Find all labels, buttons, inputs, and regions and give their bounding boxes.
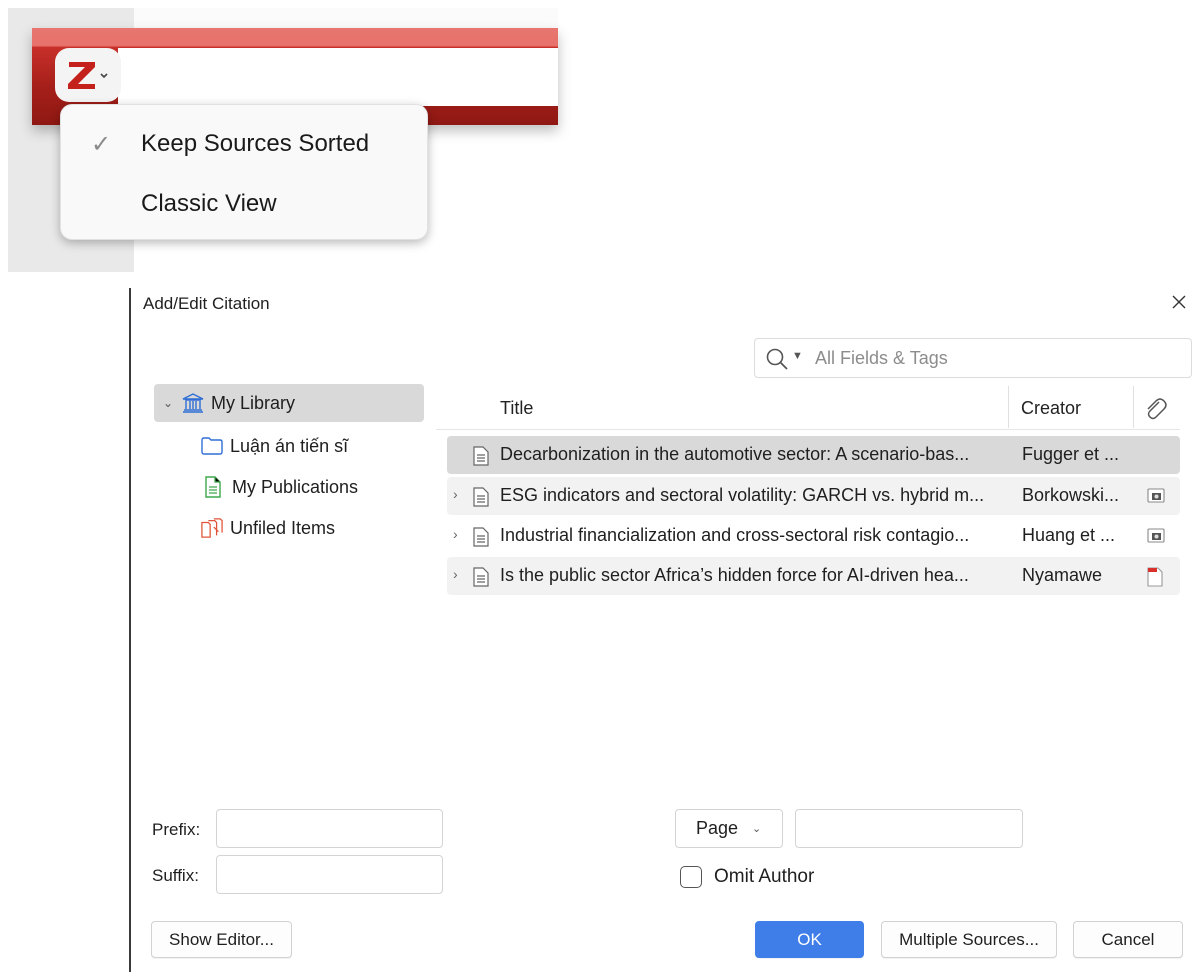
item-creator: Fugger et ... <box>1022 444 1120 464</box>
expand-chevron-icon[interactable]: › <box>453 486 458 502</box>
omit-author-label: Omit Author <box>714 866 815 887</box>
menu-item-classic-view[interactable]: Classic View <box>61 176 427 232</box>
suffix-input[interactable] <box>216 855 443 894</box>
folder-icon <box>201 436 223 456</box>
prefix-label: Prefix: <box>152 820 201 839</box>
paperclip-icon <box>1147 398 1167 420</box>
close-icon <box>1172 295 1186 309</box>
suffix-label: Suffix: <box>152 866 199 885</box>
window-edge <box>129 288 131 972</box>
checkbox-box[interactable] <box>680 866 702 888</box>
item-row[interactable]: › ESG indicators and sectoral volatility… <box>447 477 1180 515</box>
document-icon <box>473 446 489 471</box>
dialog-title: Add/Edit Citation <box>143 294 270 313</box>
menu-item-keep-sources-sorted[interactable]: ✓ Keep Sources Sorted <box>61 116 427 172</box>
search-mode-dropdown-icon[interactable]: ▼ <box>792 350 803 362</box>
collection-my-library[interactable]: ⌄ My Library <box>154 384 424 422</box>
close-button[interactable] <box>1171 290 1187 316</box>
library-icon <box>182 393 204 413</box>
pdf-attachment-icon[interactable] <box>1147 567 1163 592</box>
collection-my-publications[interactable]: My Publications <box>203 468 358 506</box>
item-row[interactable]: Decarbonization in the automotive sector… <box>447 436 1180 474</box>
expand-chevron-icon[interactable]: › <box>453 566 458 582</box>
collection-unfiled-items[interactable]: Unfiled Items <box>201 509 335 547</box>
item-creator: Huang et ... <box>1022 525 1116 545</box>
document-icon <box>473 527 489 552</box>
snapshot-attachment-icon[interactable] <box>1147 487 1165 508</box>
search-box[interactable]: ▼ <box>754 338 1192 378</box>
item-title: ESG indicators and sectoral volatility: … <box>500 485 985 505</box>
omit-author-checkbox[interactable]: Omit Author <box>680 866 814 888</box>
item-creator: Nyamawe <box>1022 565 1103 585</box>
collections-pane: ⌄ My Library Luận án tiến sĩ My Publicat… <box>154 384 424 564</box>
snapshot-attachment-icon[interactable] <box>1147 527 1165 548</box>
show-editor-button[interactable]: Show Editor... <box>151 921 292 958</box>
multiple-sources-button[interactable]: Multiple Sources... <box>881 921 1057 958</box>
column-header-attachments[interactable] <box>1142 396 1168 427</box>
cancel-button[interactable]: Cancel <box>1073 921 1183 958</box>
menu-item-label: Keep Sources Sorted <box>141 130 370 157</box>
collection-label: Luận án tiến sĩ <box>230 435 349 456</box>
column-header-creator[interactable]: Creator <box>1021 398 1081 419</box>
document-icon <box>473 487 489 512</box>
items-header: Title Creator <box>436 386 1180 430</box>
item-creator: Borkowski... <box>1022 485 1120 505</box>
search-input[interactable] <box>813 343 1187 373</box>
collection-label: My Library <box>211 392 296 413</box>
item-title: Industrial financialization and cross-se… <box>500 525 970 545</box>
locator-input[interactable] <box>795 809 1023 848</box>
citation-options-menu: ✓ Keep Sources Sorted Classic View <box>60 104 428 240</box>
item-row[interactable]: › Is the public sector Africa’s hidden f… <box>447 557 1180 595</box>
collection-label: Unfiled Items <box>230 517 336 538</box>
item-title: Decarbonization in the automotive sector… <box>500 444 970 464</box>
prefix-input[interactable] <box>216 809 443 848</box>
locator-type-label: Page <box>696 818 739 838</box>
column-header-title[interactable]: Title <box>500 398 533 419</box>
chevron-down-icon <box>100 73 108 79</box>
collection-label: My Publications <box>232 476 359 497</box>
zotero-menu-button[interactable] <box>55 48 121 102</box>
document-icon <box>473 567 489 592</box>
menu-item-label: Classic View <box>141 190 277 217</box>
item-row[interactable]: › Industrial financialization and cross-… <box>447 517 1180 555</box>
collection-luan-an-tien-si[interactable]: Luận án tiến sĩ <box>201 427 348 465</box>
publications-icon <box>203 476 225 498</box>
chevron-down-icon[interactable]: ⌄ <box>160 396 176 410</box>
zotero-z-logo-icon <box>68 62 108 89</box>
expand-chevron-icon[interactable]: › <box>453 526 458 542</box>
ok-button[interactable]: OK <box>755 921 864 958</box>
item-title: Is the public sector Africa’s hidden for… <box>500 565 969 585</box>
search-icon <box>766 348 788 370</box>
chevron-down-icon: ⌄ <box>752 823 762 835</box>
checkmark-icon: ✓ <box>90 130 112 158</box>
locator-type-select[interactable]: Page ⌄ <box>675 809 783 848</box>
unfiled-icon <box>201 518 223 538</box>
toolbar-document-area <box>118 48 558 106</box>
